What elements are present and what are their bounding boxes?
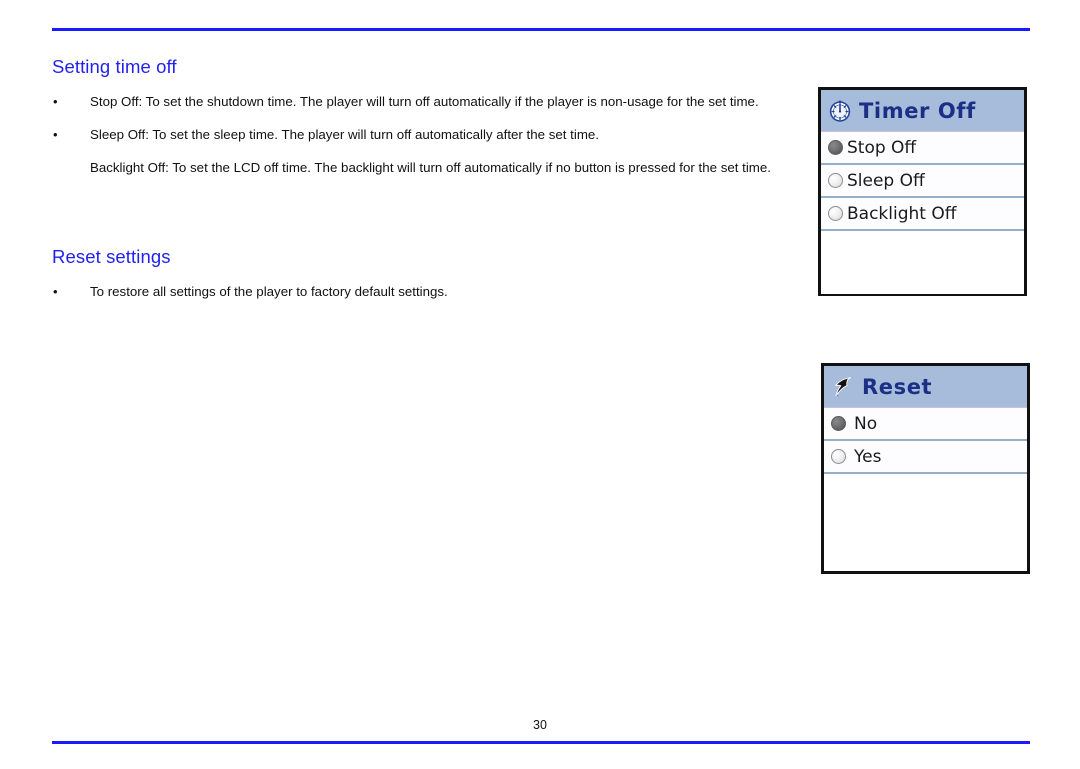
device-screen-timer-off: Timer Off Stop Off Sleep Off Backlight O…: [818, 87, 1027, 296]
device-row-label: No: [854, 413, 878, 434]
device-row-label: Sleep Off: [847, 170, 925, 191]
device-row-stop-off[interactable]: Stop Off: [821, 132, 1024, 165]
radio-unselected-icon[interactable]: [828, 173, 843, 188]
device-title-timer: Timer Off: [859, 98, 976, 123]
list-item: Sleep Off: To set the sleep time. The pl…: [52, 118, 792, 184]
radio-selected-icon[interactable]: [828, 140, 843, 155]
list-item: Stop Off: To set the shutdown time. The …: [52, 85, 792, 118]
device-option-list-reset: No Yes: [824, 408, 1027, 571]
cursor-arrow-icon: [830, 374, 856, 400]
device-header-reset: Reset: [824, 366, 1027, 408]
page-number: 30: [533, 718, 547, 732]
bullet-text-stop-off: Stop Off: To set the shutdown time. The …: [90, 94, 759, 110]
section-setting-time-off: Setting time off Stop Off: To set the sh…: [52, 56, 792, 184]
bullet-list-time-off: Stop Off: To set the shutdown time. The …: [52, 85, 792, 184]
device-empty-area-reset: [824, 474, 1027, 571]
device-row-label: Backlight Off: [847, 203, 957, 224]
header-rule: [52, 28, 1030, 31]
device-row-label: Stop Off: [847, 137, 917, 158]
device-row-sleep-off[interactable]: Sleep Off: [821, 165, 1024, 198]
device-row-yes[interactable]: Yes: [824, 441, 1027, 474]
bullet-text-sleep-off: Sleep Off: To set the sleep time. The pl…: [90, 127, 599, 143]
device-row-no[interactable]: No: [824, 408, 1027, 441]
radio-unselected-icon[interactable]: [828, 206, 843, 221]
device-row-backlight-off[interactable]: Backlight Off: [821, 198, 1024, 231]
device-empty-area-timer: [821, 231, 1024, 294]
device-row-label: Yes: [854, 446, 882, 467]
page-title: Setting time off: [52, 56, 177, 77]
bullet-text-restore-defaults: To restore all settings of the player to…: [90, 284, 448, 300]
device-title-reset: Reset: [862, 374, 933, 399]
device-screen-reset: Reset No Yes: [821, 363, 1030, 574]
bullet-list-reset: To restore all settings of the player to…: [52, 275, 792, 308]
device-header-timer: Timer Off: [821, 90, 1024, 132]
footer-rule: [52, 741, 1030, 744]
radio-selected-icon[interactable]: [831, 416, 846, 431]
section-reset-settings: Reset settings To restore all settings o…: [52, 246, 792, 308]
device-option-list-timer: Stop Off Sleep Off Backlight Off: [821, 132, 1024, 294]
reset-settings-heading: Reset settings: [52, 246, 171, 268]
radio-unselected-icon[interactable]: [831, 449, 846, 464]
page-content: Setting time off Stop Off: To set the sh…: [52, 56, 792, 308]
bullet-text-backlight-off: Backlight Off: To set the LCD off time. …: [90, 160, 771, 176]
list-item: To restore all settings of the player to…: [52, 275, 792, 308]
timer-clock-icon: [827, 98, 853, 124]
